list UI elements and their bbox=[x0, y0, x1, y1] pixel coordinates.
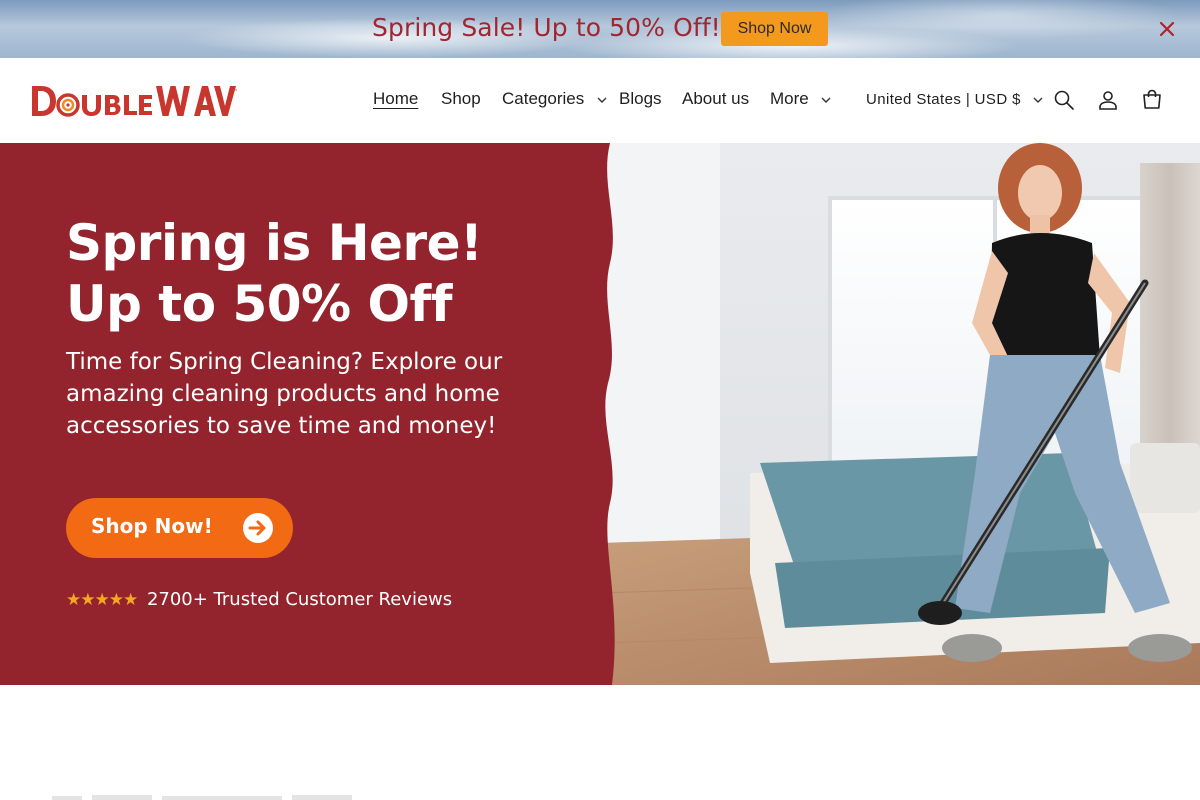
hero-subtitle: Time for Spring Cleaning? Explore our am… bbox=[66, 349, 503, 439]
chevron-down-icon bbox=[1033, 97, 1043, 104]
rating-stars: ★★★★★ bbox=[66, 590, 138, 610]
chevron-down-icon bbox=[597, 97, 607, 103]
nav-about-us[interactable]: About us bbox=[682, 89, 749, 109]
hero-shop-now-button[interactable]: Shop Now! bbox=[66, 498, 293, 558]
announcement-text: Spring Sale! Up to 50% Off! bbox=[372, 13, 721, 42]
search-icon[interactable] bbox=[1052, 88, 1076, 112]
nav-blogs-label: Blogs bbox=[619, 89, 662, 108]
nav-shop-label: Shop bbox=[441, 89, 481, 108]
nav-blogs[interactable]: Blogs bbox=[619, 89, 662, 109]
locale-selector[interactable]: United States | USD $ bbox=[866, 91, 1043, 108]
reviews-text: 2700+ Trusted Customer Reviews bbox=[146, 589, 453, 610]
site-header: ™ Home Shop Categories Blogs About us Mo… bbox=[0, 58, 1200, 143]
nav-shop[interactable]: Shop bbox=[441, 89, 481, 109]
nav-home-label: Home bbox=[373, 89, 419, 108]
hero-image bbox=[599, 143, 1200, 685]
hero-banner: Spring is Here! Up to 50% Off Time for S… bbox=[0, 143, 1200, 685]
brand-logo[interactable]: ™ bbox=[30, 82, 240, 122]
arrow-right-circle-icon bbox=[243, 513, 273, 543]
nav-home[interactable]: Home bbox=[373, 89, 418, 109]
below-hero-section bbox=[0, 685, 1200, 800]
chevron-down-icon bbox=[821, 97, 831, 103]
cart-icon[interactable] bbox=[1140, 88, 1164, 112]
sky-cloud bbox=[820, 0, 1180, 40]
section-heading-peek bbox=[52, 795, 352, 800]
nav-about-us-label: About us bbox=[682, 89, 750, 108]
svg-text:™: ™ bbox=[231, 88, 238, 96]
hero-title: Spring is Here! Up to 50% Off bbox=[66, 214, 483, 333]
nav-categories-label: Categories bbox=[502, 89, 585, 108]
nav-more-label: More bbox=[770, 89, 809, 108]
announcement-shop-now-button[interactable]: Shop Now bbox=[721, 12, 828, 46]
nav-categories[interactable]: Categories bbox=[502, 89, 607, 109]
hero-cta-label: Shop Now! bbox=[91, 514, 213, 538]
hero-reviews: ★★★★★ 2700+ Trusted Customer Reviews bbox=[66, 589, 452, 610]
nav-more[interactable]: More bbox=[770, 89, 831, 109]
announcement-bar: Spring Sale! Up to 50% Off! Shop Now bbox=[0, 0, 1200, 58]
close-icon[interactable] bbox=[1156, 18, 1178, 40]
account-icon[interactable] bbox=[1096, 88, 1120, 112]
locale-label: United States | USD $ bbox=[866, 91, 1021, 108]
